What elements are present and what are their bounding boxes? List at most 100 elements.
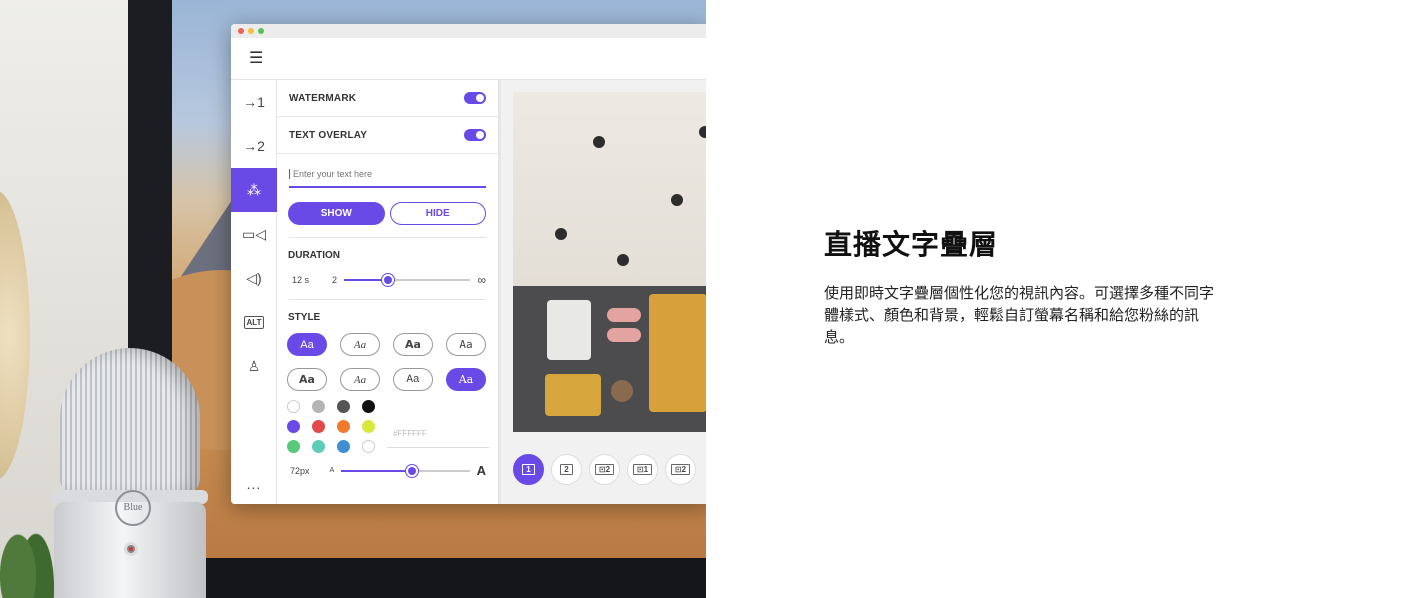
- color-swatch[interactable]: [337, 420, 350, 433]
- maximize-window-icon[interactable]: [258, 28, 264, 34]
- layout-option[interactable]: ⊡2: [665, 454, 696, 485]
- feature-description: 使用即時文字疊層個性化您的視訊內容。可選擇多種不同字體樣式、顏色和背景，輕鬆自訂…: [824, 284, 1215, 346]
- font-style-option[interactable]: Aa: [287, 368, 327, 391]
- app-body: →1 →2 ⁂ ▭◁ ◁) ALT ♙ ... WATERMARK TEXT O…: [231, 80, 706, 504]
- color-swatch[interactable]: [312, 400, 325, 413]
- style-grid: Aa Aa Aa Aa Aa Aa Aa Aa: [287, 333, 498, 391]
- polka-dot: [617, 254, 629, 266]
- layout-option[interactable]: ⊡2: [589, 454, 620, 485]
- hex-underline: [387, 447, 489, 448]
- page: ☰ →1 →2 ⁂ ▭◁ ◁) ALT ♙ ... WATERMARK TEXT…: [0, 0, 1401, 598]
- duration-slider[interactable]: [344, 274, 471, 286]
- duration-label: DURATION: [288, 250, 341, 261]
- color-swatch[interactable]: [362, 440, 375, 453]
- input-2-icon: →2: [243, 138, 265, 154]
- font-size-value: 72px: [290, 465, 310, 476]
- font-style-option[interactable]: Aa: [287, 333, 327, 356]
- menu-icon[interactable]: ☰: [249, 50, 263, 67]
- rail-alt[interactable]: ALT: [231, 300, 277, 344]
- feature-title: 直播文字疊層: [824, 228, 999, 261]
- garment-shoe: [607, 328, 641, 342]
- close-window-icon[interactable]: [238, 28, 244, 34]
- alt-icon: ALT: [243, 315, 265, 329]
- duration-slider-row: 12 s 2 ∞: [292, 273, 486, 287]
- font-size-slider[interactable]: [341, 464, 470, 477]
- color-swatches: [287, 400, 498, 453]
- rail-camera[interactable]: ▭◁: [231, 212, 277, 256]
- color-swatch[interactable]: [362, 420, 375, 433]
- layout-icon: ⊡2: [594, 464, 615, 475]
- font-style-option[interactable]: Aa: [446, 368, 486, 391]
- font-style-option[interactable]: Aa: [393, 368, 433, 391]
- product-photo: ☰ →1 →2 ⁂ ▭◁ ◁) ALT ♙ ... WATERMARK TEXT…: [0, 0, 706, 598]
- color-swatch[interactable]: [312, 420, 325, 433]
- settings-panel: WATERMARK TEXT OVERLAY SHOW HIDE: [277, 80, 501, 504]
- duration-min: 2: [332, 275, 338, 285]
- font-style-option[interactable]: Aa: [446, 333, 486, 356]
- font-style-option[interactable]: Aa: [340, 333, 380, 356]
- hex-color-input[interactable]: #FFFFFF: [393, 429, 427, 438]
- font-style-option[interactable]: Aa: [393, 333, 433, 356]
- size-slider-row: 72px A A: [290, 463, 486, 478]
- mic-brand-logo: Blue: [115, 490, 151, 526]
- color-swatch[interactable]: [362, 400, 375, 413]
- color-swatch[interactable]: [312, 440, 325, 453]
- preview-source-2[interactable]: [513, 286, 706, 432]
- overlay-text-field-wrap: [289, 162, 486, 188]
- input-1-icon: →1: [243, 94, 265, 110]
- accessory-bag: [611, 380, 633, 402]
- camera-icon: ▭◁: [242, 225, 266, 242]
- layout-option[interactable]: ⊡1: [627, 454, 658, 485]
- minimize-window-icon[interactable]: [248, 28, 254, 34]
- polka-dot: [593, 136, 605, 148]
- duration-slider-handle[interactable]: [382, 274, 395, 286]
- show-hide-group: SHOW HIDE: [288, 202, 486, 225]
- preview-area: 1 2 ⊡2 ⊡1 ⊡2: [501, 80, 706, 504]
- mic-indicator: [129, 547, 133, 551]
- style-label: STYLE: [288, 312, 321, 323]
- size-min-icon: A: [329, 467, 335, 474]
- user-icon: ♙: [247, 357, 261, 374]
- size-max-icon: A: [476, 463, 486, 478]
- watermark-toggle[interactable]: [464, 92, 486, 104]
- rail-effects[interactable]: ⁂: [231, 168, 277, 212]
- divider: [289, 299, 486, 300]
- overlay-text-input[interactable]: [289, 169, 486, 179]
- layout-icon: ⊡1: [632, 464, 653, 475]
- microphone: Blue: [20, 340, 230, 598]
- rail-user[interactable]: ♙: [231, 344, 277, 388]
- duration-max: ∞: [477, 273, 486, 287]
- text-overlay-row: TEXT OVERLAY: [277, 117, 498, 154]
- polka-dot: [555, 228, 567, 240]
- side-rail: →1 →2 ⁂ ▭◁ ◁) ALT ♙ ...: [231, 80, 277, 504]
- text-overlay-label: TEXT OVERLAY: [289, 129, 368, 141]
- rail-input-2[interactable]: →2: [231, 124, 277, 168]
- layout-option[interactable]: 1: [513, 454, 544, 485]
- text-overlay-toggle[interactable]: [464, 129, 486, 141]
- layout-option[interactable]: 2: [551, 454, 582, 485]
- duration-value: 12 s: [292, 275, 310, 285]
- streaming-app-window: ☰ →1 →2 ⁂ ▭◁ ◁) ALT ♙ ... WATERMARK TEXT…: [231, 24, 706, 504]
- color-swatch[interactable]: [287, 440, 300, 453]
- rail-input-1[interactable]: →1: [231, 80, 277, 124]
- hide-button[interactable]: HIDE: [389, 202, 486, 225]
- garment-skirt: [545, 374, 601, 416]
- watermark-label: WATERMARK: [289, 92, 357, 104]
- garment-coat: [649, 294, 706, 412]
- color-swatch[interactable]: [337, 440, 350, 453]
- font-size-slider-handle[interactable]: [405, 464, 418, 477]
- color-swatch[interactable]: [287, 420, 300, 433]
- font-style-option[interactable]: Aa: [340, 368, 380, 391]
- microphone-grille: [60, 348, 200, 498]
- color-swatch[interactable]: [337, 400, 350, 413]
- polka-dot: [699, 126, 706, 138]
- more-icon[interactable]: ...: [231, 476, 277, 492]
- layout-icon: 1: [522, 464, 535, 475]
- color-swatch[interactable]: [287, 400, 300, 413]
- polka-dot: [671, 194, 683, 206]
- rail-audio[interactable]: ◁): [231, 256, 277, 300]
- show-button[interactable]: SHOW: [288, 202, 385, 225]
- layout-icon: ⊡2: [670, 464, 691, 475]
- preview-source-1[interactable]: [513, 92, 706, 286]
- garment-shirt: [547, 300, 591, 360]
